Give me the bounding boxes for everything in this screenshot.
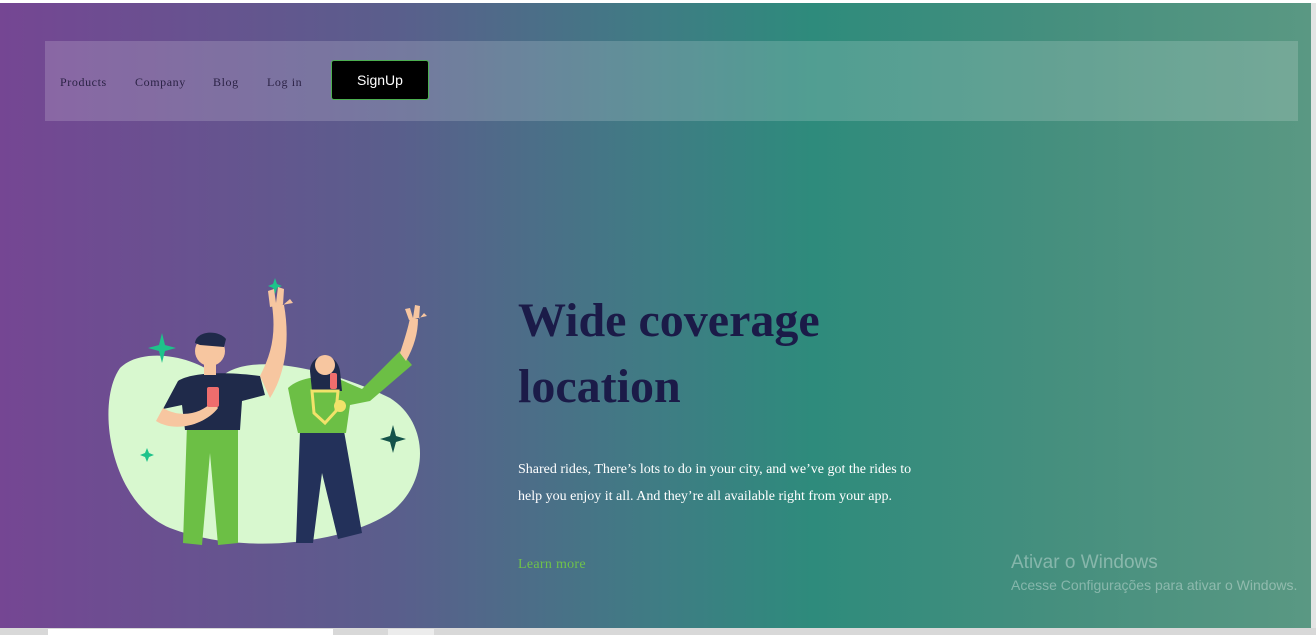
learn-more-link[interactable]: Learn more [518, 557, 586, 573]
windows-activation-subtitle: Acesse Configurações para ativar o Windo… [1011, 577, 1298, 593]
navbar: Products Company Blog Log in SignUp [45, 41, 1298, 121]
taskbar [0, 628, 1316, 635]
hero-title: Wide coverage location [518, 294, 820, 413]
nav-link-login[interactable]: Log in [267, 75, 302, 89]
hero-description: Shared rides, There’s lots to do in your… [518, 462, 912, 504]
nav-link-blog[interactable]: Blog [213, 75, 239, 89]
hero-illustration [108, 278, 427, 545]
taskbar-item[interactable] [48, 629, 333, 635]
windows-activation-title: Ativar o Windows [1011, 552, 1158, 573]
nav-link-company[interactable]: Company [135, 75, 186, 89]
signup-button[interactable]: SignUp [331, 60, 429, 100]
nav-link-products[interactable]: Products [60, 75, 107, 89]
taskbar-item[interactable] [388, 629, 434, 635]
landing-page: Products Company Blog Log in SignUp Wide… [0, 3, 1311, 628]
